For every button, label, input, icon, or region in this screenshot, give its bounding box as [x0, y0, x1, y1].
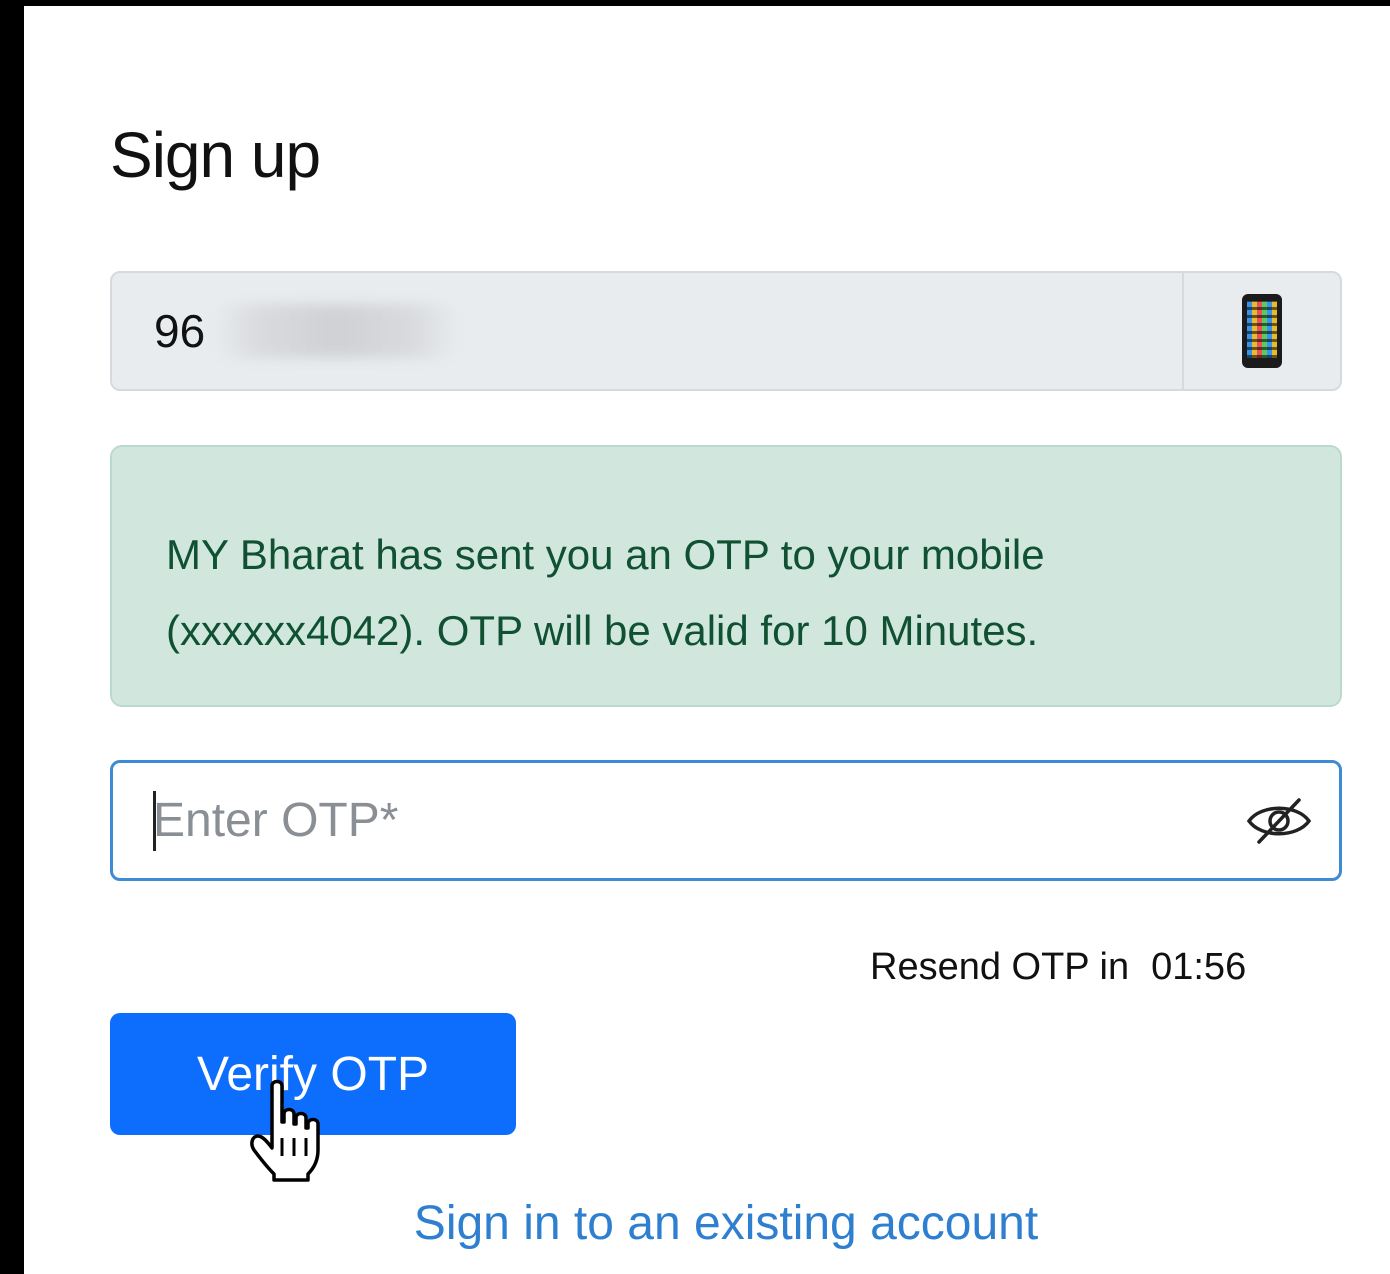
mobile-number-value[interactable]: 96	[112, 273, 1182, 389]
otp-sent-alert: MY Bharat has sent you an OTP to your mo…	[110, 445, 1342, 707]
mobile-number-prefix: 96	[154, 305, 206, 357]
alert-line-1: MY Bharat has sent you an OTP to your mo…	[166, 531, 1045, 578]
page-title: Sign up	[110, 119, 321, 191]
sign-in-existing-account-link[interactable]: Sign in to an existing account	[0, 1196, 1390, 1251]
otp-field[interactable]	[110, 760, 1342, 881]
mobile-phone-icon	[1242, 294, 1282, 368]
toggle-otp-visibility-button[interactable]	[1219, 763, 1339, 878]
hand-pointer-icon	[250, 1079, 320, 1182]
mobile-number-field[interactable]: 96	[110, 271, 1342, 391]
eye-slash-icon	[1246, 797, 1312, 844]
alert-line-2: (xxxxxx4042). OTP will be valid for 10 M…	[166, 607, 1039, 654]
resend-label: Resend OTP in	[870, 946, 1130, 988]
otp-input[interactable]	[113, 762, 1219, 879]
mobile-addon	[1182, 273, 1340, 389]
redacted-number-mask	[211, 304, 462, 358]
text-cursor	[153, 791, 156, 851]
resend-timer: 01:56	[1151, 946, 1247, 988]
resend-otp-countdown: Resend OTP in 01:56	[870, 946, 1246, 989]
